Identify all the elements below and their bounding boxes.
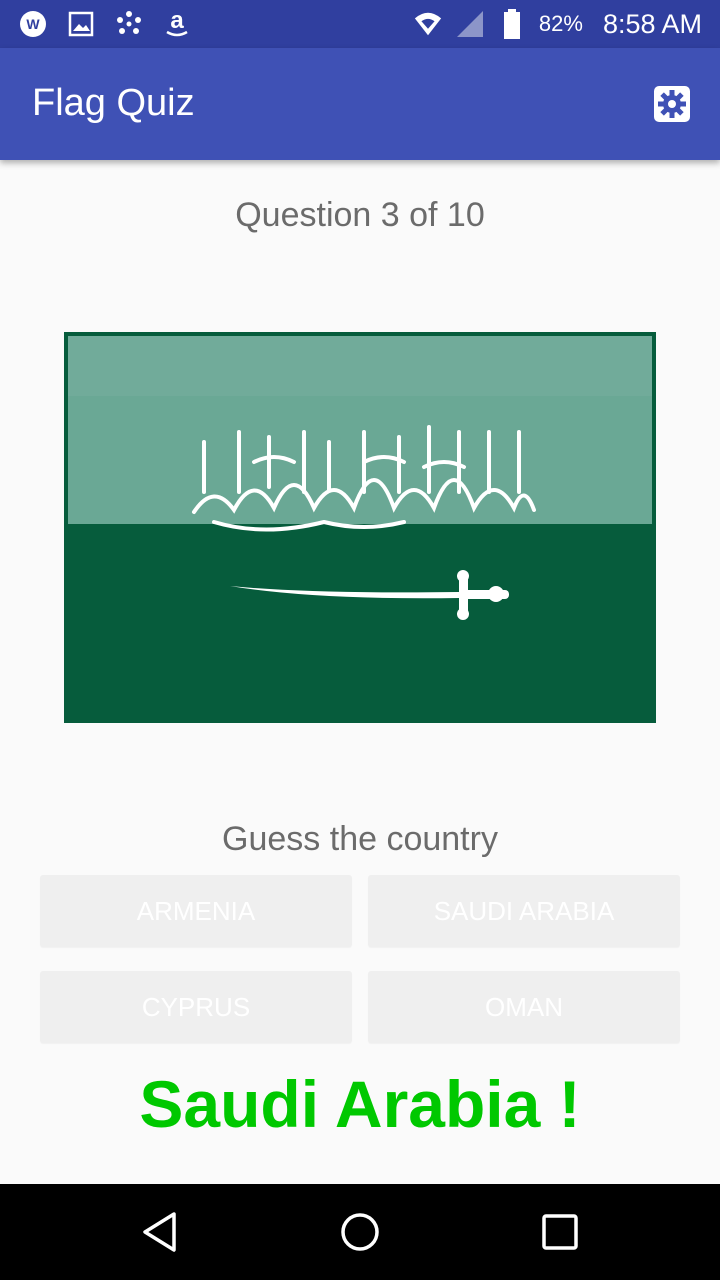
svg-text:a: a [170,9,184,34]
flag-image [64,332,656,723]
answer-button-saudi-arabia[interactable]: SAUDI ARABIA [368,875,680,947]
answer-button-cyprus[interactable]: CYPRUS [40,971,352,1043]
question-counter: Question 3 of 10 [235,196,485,234]
amazon-icon: a [162,9,192,39]
settings-gear-icon [654,86,690,122]
notification-icons: W a [18,8,192,40]
battery-percent: 82% [538,11,583,36]
recents-button[interactable] [536,1208,584,1256]
battery-icon [497,9,527,39]
home-circle-icon [341,1213,379,1251]
navigation-bar [0,1184,720,1280]
back-button[interactable] [136,1208,184,1256]
status-indicators: 82% 8:58 AM [413,0,702,48]
back-triangle-icon [143,1212,176,1252]
answer-button-oman[interactable]: OMAN [368,971,680,1043]
status-bar: W a 82% 8:58 AM [0,0,720,48]
svg-text:W: W [26,16,40,32]
wifi-signal-icon [413,9,443,39]
app-title: Flag Quiz [32,82,195,124]
answer-button-armenia[interactable]: ARMENIA [40,875,352,947]
dots-app-icon [114,9,144,39]
home-button[interactable] [336,1208,384,1256]
app-bar: Flag Quiz [0,48,720,160]
gallery-icon [66,9,96,39]
clock: 8:58 AM [602,8,702,39]
answer-result: Saudi Arabia ! [139,1067,581,1141]
guess-prompt: Guess the country [222,820,498,858]
wifi-calling-icon: W [18,9,48,39]
recents-square-icon [542,1214,578,1250]
settings-button[interactable] [652,84,692,124]
cell-signal-icon [455,9,485,39]
